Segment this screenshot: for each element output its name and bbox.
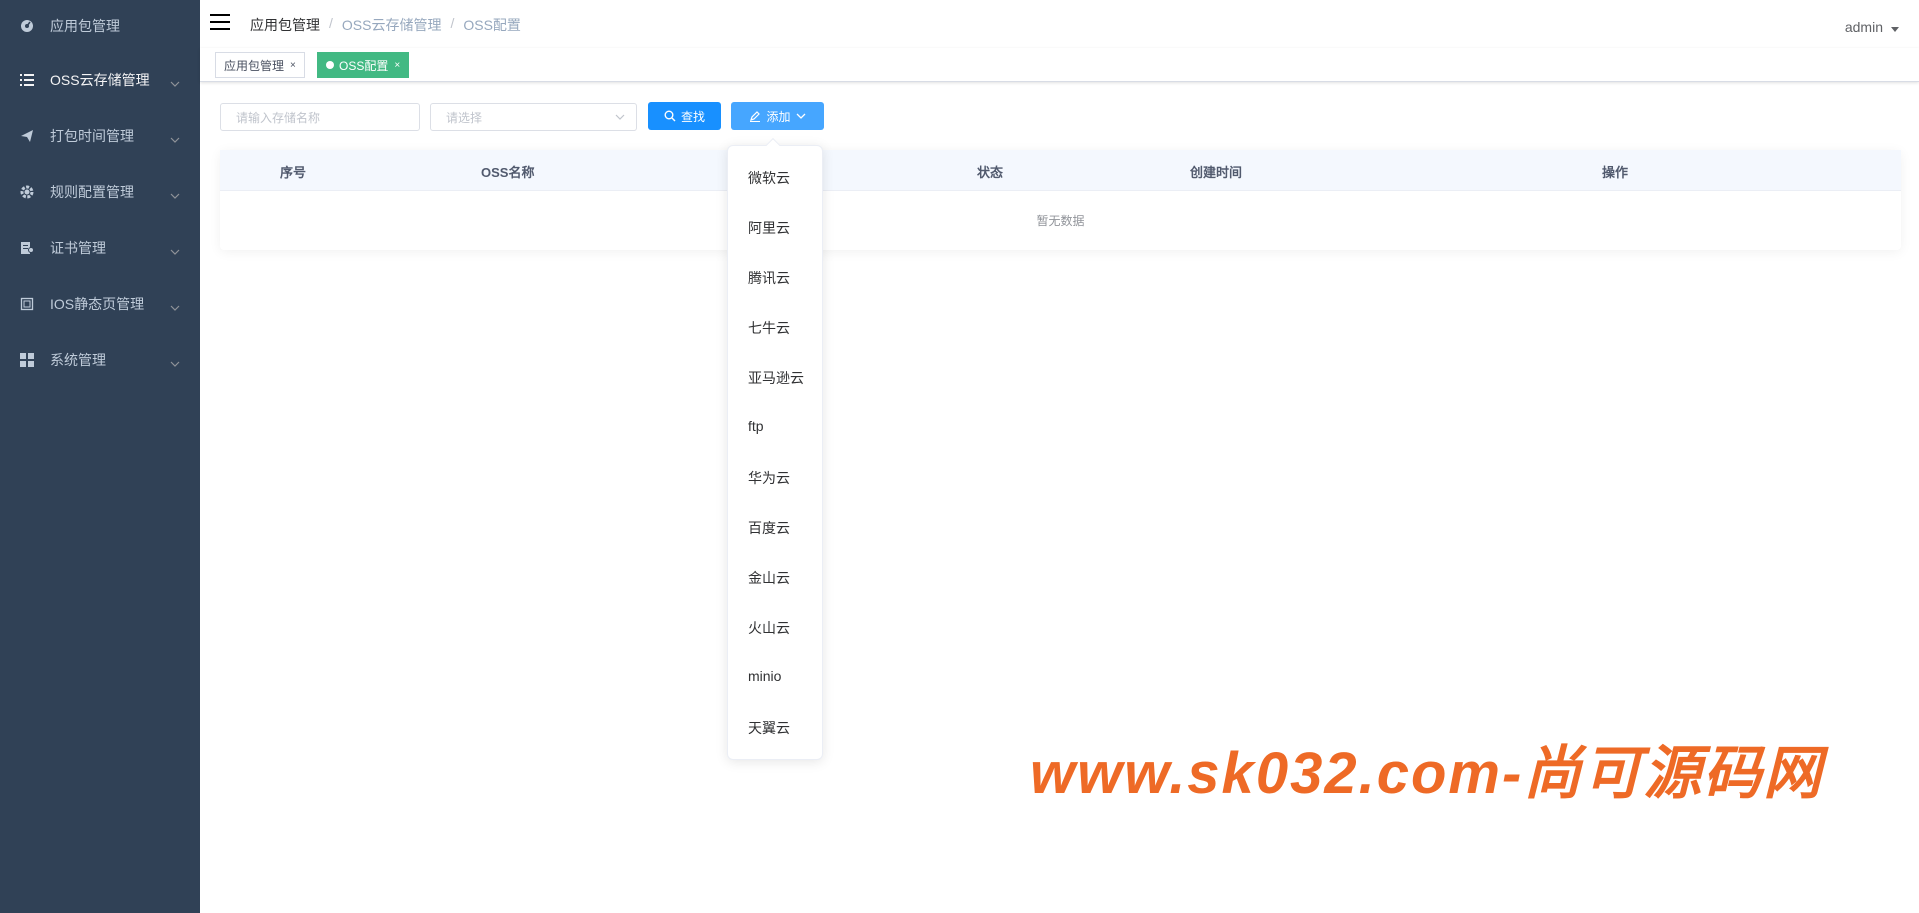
sidebar: 应用包管理 OSS云存储管理 打包时间管理 规则配置管理 证书管理 IOS静态页…	[0, 0, 200, 913]
select-placeholder: 请选择	[446, 110, 483, 125]
dropdown-item[interactable]: 腾讯云	[748, 268, 790, 288]
chevron-down-icon	[170, 298, 180, 314]
chevron-down-icon	[170, 186, 180, 202]
sidebar-item-label: 证书管理	[50, 240, 106, 256]
hamburger-icon[interactable]	[210, 13, 230, 31]
sidebar-item-label: OSS云存储管理	[50, 72, 150, 88]
list-icon	[20, 73, 34, 87]
tag-oss-config[interactable]: OSS配置 ×	[317, 52, 410, 78]
breadcrumb-separator: /	[450, 15, 455, 31]
dropdown-item[interactable]: 七牛云	[748, 318, 790, 338]
sidebar-item-label: 系统管理	[50, 352, 106, 368]
dropdown-item[interactable]: 天翼云	[748, 718, 790, 738]
sidebar-item-label: 应用包管理	[50, 18, 120, 34]
chevron-down-icon	[170, 354, 180, 370]
sidebar-item-package-time[interactable]: 打包时间管理	[0, 108, 200, 164]
breadcrumb-item[interactable]: OSS云存储管理	[342, 15, 442, 35]
breadcrumb-item[interactable]: 应用包管理	[250, 15, 320, 35]
dropdown-item[interactable]: 华为云	[748, 468, 790, 488]
active-dot-icon	[326, 61, 334, 69]
sidebar-item-rule-config[interactable]: 规则配置管理	[0, 164, 200, 220]
sidebar-item-label: IOS静态页管理	[50, 296, 145, 312]
column-header-actions: 操作	[1602, 165, 1629, 180]
column-header-status: 状态	[977, 165, 1004, 180]
sidebar-item-certificate[interactable]: 证书管理	[0, 220, 200, 276]
breadcrumb-item: OSS配置	[463, 17, 521, 33]
storage-name-input[interactable]: 请输入存储名称	[220, 103, 420, 131]
watermark: www.sk032.com-尚可源码网	[1030, 741, 1824, 806]
search-button[interactable]: 查找	[648, 102, 721, 130]
certificate-icon	[20, 241, 34, 255]
caret-down-icon	[1891, 19, 1899, 35]
grid-icon	[20, 353, 34, 367]
column-header-index: 序号	[280, 165, 307, 180]
dropdown-item[interactable]: 阿里云	[748, 218, 790, 238]
sidebar-item-ios-static-page[interactable]: IOS静态页管理	[0, 276, 200, 332]
sidebar-item-label: 规则配置管理	[50, 184, 134, 200]
gear-icon	[20, 185, 34, 199]
chevron-down-icon	[796, 113, 806, 119]
navbar: 应用包管理 / OSS云存储管理 / OSS配置 admin	[200, 0, 1919, 48]
breadcrumb-separator: /	[329, 15, 333, 31]
table-header: 序号 OSS名称 状态 创建时间 操作	[220, 150, 1901, 191]
sidebar-item-oss-storage[interactable]: OSS云存储管理	[0, 52, 200, 108]
add-button-label: 添加	[766, 109, 791, 124]
chevron-down-icon	[170, 242, 180, 258]
tag-app-package[interactable]: 应用包管理 ×	[215, 52, 305, 78]
add-dropdown-menu: 微软云 阿里云 腾讯云 七牛云 亚马逊云 ftp 华为云 百度云 金山云 火山云…	[727, 137, 823, 760]
column-header-created-time: 创建时间	[1190, 165, 1243, 180]
tag-label: 应用包管理	[224, 58, 285, 73]
empty-text: 暂无数据	[1036, 214, 1085, 228]
breadcrumb: 应用包管理 / OSS云存储管理 / OSS配置	[250, 15, 521, 35]
add-button[interactable]: 添加	[731, 102, 824, 130]
close-icon[interactable]: ×	[290, 60, 296, 71]
dropdown-item[interactable]: 金山云	[748, 568, 790, 588]
search-icon	[664, 110, 676, 122]
chevron-down-icon	[170, 130, 180, 146]
tags-view: 应用包管理 × OSS配置 ×	[200, 48, 1919, 82]
page-icon	[20, 297, 34, 311]
sidebar-item-app-package[interactable]: 应用包管理	[0, 0, 200, 52]
column-header-oss-name: OSS名称	[481, 165, 535, 180]
dropdown-item[interactable]: ftp	[748, 418, 764, 434]
user-menu[interactable]: admin	[1845, 19, 1899, 35]
chevron-down-icon	[614, 111, 626, 126]
tag-label: OSS配置	[339, 58, 389, 73]
oss-table: 序号 OSS名称 状态 创建时间 操作 暂无数据	[220, 150, 1901, 250]
user-name: admin	[1844, 19, 1883, 35]
sidebar-item-system[interactable]: 系统管理	[0, 332, 200, 388]
dropdown-item[interactable]: 火山云	[748, 618, 790, 638]
send-icon	[20, 129, 34, 143]
status-select[interactable]: 请选择	[430, 103, 637, 131]
chevron-down-icon	[170, 74, 180, 90]
sidebar-item-label: 打包时间管理	[50, 128, 134, 144]
input-placeholder: 请输入存储名称	[236, 110, 321, 125]
dropdown-item[interactable]: 微软云	[748, 168, 790, 188]
search-button-label: 查找	[680, 109, 705, 124]
dropdown-item[interactable]: minio	[748, 668, 781, 684]
dropdown-item[interactable]: 百度云	[748, 518, 790, 538]
edit-icon	[749, 110, 761, 122]
dropdown-item[interactable]: 亚马逊云	[748, 368, 804, 388]
close-icon[interactable]: ×	[394, 60, 400, 71]
dashboard-icon	[20, 19, 34, 33]
